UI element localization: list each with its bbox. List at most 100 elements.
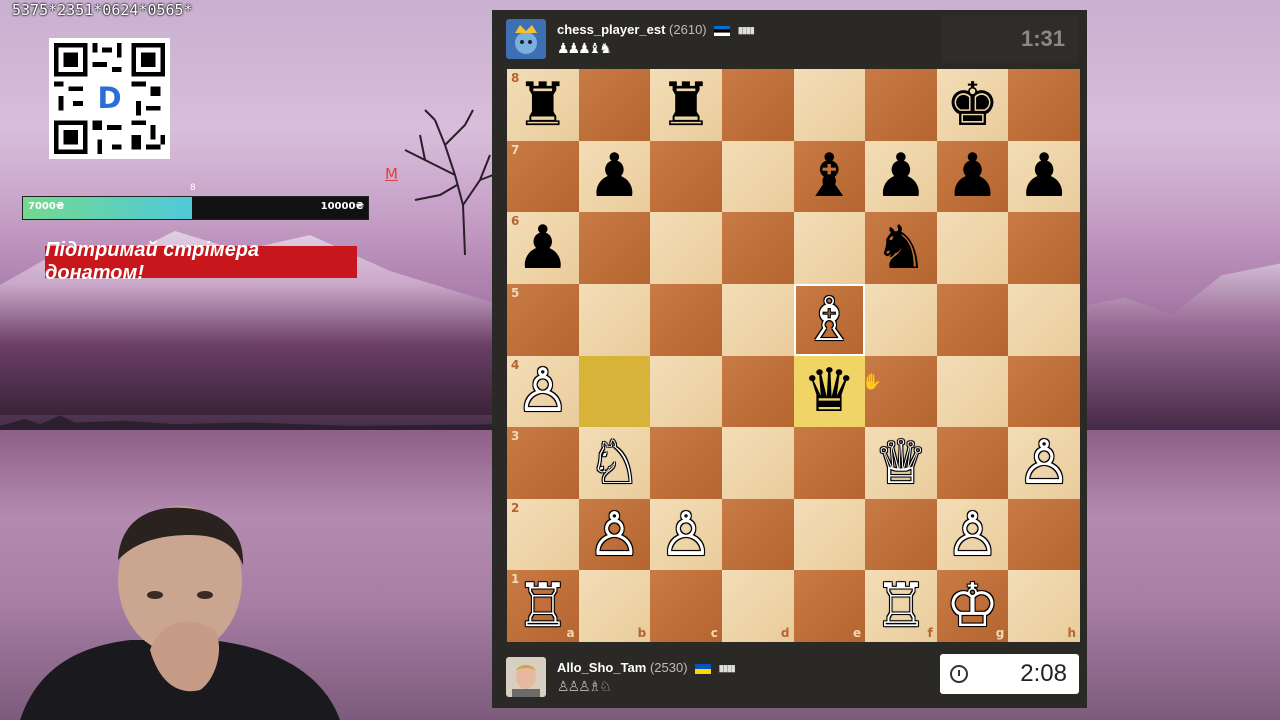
chess-piece[interactable]: ♞ (874, 218, 928, 278)
square-f5[interactable] (865, 283, 937, 356)
square-e3[interactable] (793, 427, 866, 499)
square-c5[interactable] (650, 283, 722, 356)
chess-piece[interactable]: ♜ (516, 75, 570, 135)
chess-piece[interactable]: ♛ (802, 361, 856, 421)
background-tree (404, 109, 494, 255)
chess-piece[interactable]: ♖ (516, 576, 570, 636)
square-a5[interactable]: 5 (507, 283, 579, 356)
square-d2[interactable] (721, 498, 794, 571)
square-b6[interactable] (578, 212, 651, 284)
square-c8[interactable]: ♜ (650, 69, 722, 141)
chess-piece[interactable]: ♙ (946, 505, 1000, 565)
chess-piece[interactable]: ♜ (659, 75, 713, 135)
square-e7[interactable]: ♝ (793, 140, 866, 213)
square-h8[interactable] (1008, 69, 1080, 141)
square-c6[interactable] (650, 212, 722, 284)
square-h1[interactable]: h (1008, 570, 1080, 642)
square-e1[interactable]: e (793, 570, 866, 642)
chess-piece[interactable]: ♟ (516, 218, 570, 278)
square-b5[interactable] (578, 283, 651, 356)
square-d1[interactable]: d (721, 570, 794, 642)
file-label: g (995, 626, 1005, 640)
square-f2[interactable] (865, 498, 937, 571)
square-c3[interactable] (650, 427, 722, 499)
chess-piece[interactable]: ♙ (1017, 433, 1071, 493)
square-h2[interactable] (1008, 498, 1080, 571)
opponent-player-bar: chess_player_est (2610) ▮▮▮▮ ♟♟♟♝♞ 1:31 (492, 10, 1087, 70)
chess-piece[interactable]: ♖ (874, 576, 928, 636)
player-connection-icon: ▮▮▮▮ (718, 663, 736, 674)
square-b2[interactable]: ♙ (578, 498, 651, 571)
chess-piece[interactable]: ♗ (802, 290, 856, 350)
square-g5[interactable] (936, 283, 1009, 356)
square-e8[interactable] (793, 69, 866, 141)
chess-piece[interactable]: ♟ (874, 146, 928, 206)
square-c4[interactable] (650, 355, 722, 428)
rank-label: 1 (511, 572, 520, 587)
square-e5[interactable]: ♗ (793, 283, 866, 356)
square-a8[interactable]: 8 ♜ (507, 69, 579, 141)
player-username[interactable]: Allo_Sho_Tam (557, 660, 646, 675)
chess-piece[interactable]: ♙ (659, 505, 713, 565)
player-avatar[interactable] (506, 657, 546, 697)
square-f3[interactable]: ♕ (865, 427, 937, 499)
square-b8[interactable] (578, 69, 651, 141)
square-c7[interactable] (650, 140, 722, 213)
chess-piece[interactable]: ♔ (946, 576, 1000, 636)
chess-piece[interactable]: ♚ (946, 75, 1000, 135)
square-d5[interactable] (721, 283, 794, 356)
square-g8[interactable]: ♚ (936, 69, 1009, 141)
square-d6[interactable] (721, 212, 794, 284)
square-f6[interactable]: ♞ (865, 212, 937, 284)
square-h6[interactable] (1008, 212, 1080, 284)
chess-piece[interactable]: ♟ (1017, 146, 1071, 206)
square-g4[interactable] (936, 355, 1009, 428)
chess-piece[interactable]: ♙ (516, 361, 570, 421)
square-b7[interactable]: ♟ (578, 140, 651, 213)
square-b3[interactable]: ♘ (578, 427, 651, 499)
chess-piece[interactable]: ♟ (946, 146, 1000, 206)
square-a7[interactable]: 7 (507, 140, 579, 213)
square-h4[interactable] (1008, 355, 1080, 428)
square-e2[interactable] (793, 498, 866, 571)
square-h3[interactable]: ♙ (1008, 427, 1080, 499)
square-a1[interactable]: 1 a ♖ (507, 570, 579, 642)
square-e4[interactable]: ♛ (793, 355, 866, 428)
square-a2[interactable]: 2 (507, 498, 579, 571)
square-c2[interactable]: ♙ (650, 498, 722, 571)
chess-piece[interactable]: ♝ (802, 146, 856, 206)
square-d8[interactable] (721, 69, 794, 141)
square-g2[interactable]: ♙ (936, 498, 1009, 571)
opponent-username[interactable]: chess_player_est (557, 22, 665, 37)
square-g6[interactable] (936, 212, 1009, 284)
square-f4[interactable] (865, 355, 937, 428)
square-f7[interactable]: ♟ (865, 140, 937, 213)
square-g7[interactable]: ♟ (936, 140, 1009, 213)
square-a3[interactable]: 3 (507, 427, 579, 499)
chess-piece[interactable]: ♘ (588, 433, 642, 493)
square-a4[interactable]: 4 ♙ (507, 355, 579, 428)
donation-qr-code: D (49, 38, 170, 159)
chess-piece[interactable]: ♕ (874, 433, 928, 493)
square-d7[interactable] (721, 140, 794, 213)
square-f1[interactable]: f ♖ (865, 570, 937, 642)
square-e6[interactable] (793, 212, 866, 284)
goal-current-amount: 7000₴ (28, 201, 65, 212)
square-d4[interactable] (721, 355, 794, 428)
square-d3[interactable] (721, 427, 794, 499)
square-c1[interactable]: c (650, 570, 722, 642)
square-h7[interactable]: ♟ (1008, 140, 1080, 213)
chess-piece[interactable]: ♙ (588, 505, 642, 565)
square-g3[interactable] (936, 427, 1009, 499)
square-b4[interactable] (578, 355, 651, 428)
chess-board[interactable]: 8 ♜ ♜ ♚ 7 ♟ ♝ ♟ ♟ ♟ 6 ♟ ♞ 5 ♗ 4 ♙ ♛ 3 ♘ ♕ ♙ 2 ♙ ♙ ♙ 1 a ♖ b c d e f ♖ g ♔ h (507, 69, 1080, 642)
square-g1[interactable]: g ♔ (936, 570, 1009, 642)
opponent-connection-icon: ▮▮▮▮ (737, 25, 755, 36)
square-b1[interactable]: b (578, 570, 651, 642)
ukraine-flag-icon (695, 663, 712, 674)
chess-piece[interactable]: ♟ (588, 146, 642, 206)
opponent-avatar[interactable] (506, 19, 546, 59)
square-f8[interactable] (865, 69, 937, 141)
square-a6[interactable]: 6 ♟ (507, 212, 579, 284)
square-h5[interactable] (1008, 283, 1080, 356)
